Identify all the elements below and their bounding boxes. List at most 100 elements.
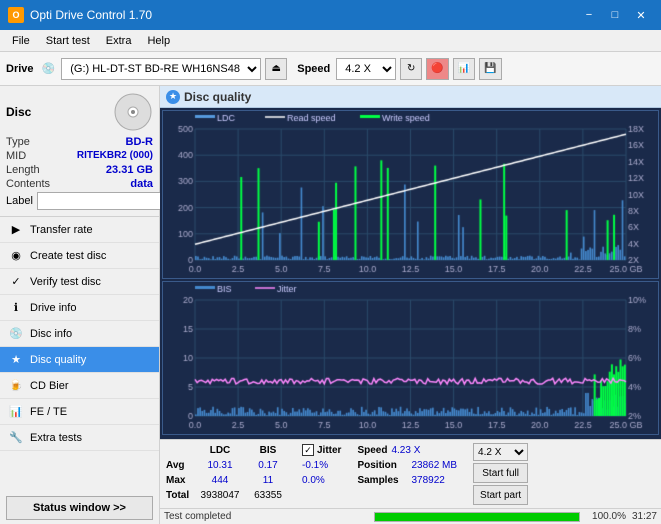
title-bar: O Opti Drive Control 1.70 − □ ✕: [0, 0, 661, 30]
charts-container: [160, 108, 661, 439]
save-button[interactable]: 💾: [479, 58, 501, 80]
title-bar-controls: − □ ✕: [577, 6, 653, 24]
panel-header-icon: ★: [166, 90, 180, 104]
disc-label-row: Label ✎: [6, 192, 153, 210]
speed-header-label: Speed: [357, 445, 387, 456]
disc-label-key: Label: [6, 195, 33, 207]
analyze-button[interactable]: 📊: [453, 58, 475, 80]
nav-extra-tests[interactable]: 🔧 Extra tests: [0, 425, 159, 451]
disc-type-value: BD-R: [126, 136, 154, 148]
action-section: 4.2 X Start full Start part: [473, 443, 528, 505]
nav-create-test-disc[interactable]: ◉ Create test disc: [0, 243, 159, 269]
stats-ldc-header: LDC: [194, 445, 246, 456]
progress-bar-inner: [375, 513, 579, 521]
menu-help[interactable]: Help: [139, 33, 178, 49]
stats-max-ldc: 444: [194, 475, 246, 486]
stats-avg-label: Avg: [166, 460, 194, 471]
nav-cd-bier-icon: 🍺: [8, 378, 24, 394]
content-area: ★ Disc quality LDC BIS Avg: [160, 86, 661, 524]
position-label: Position: [357, 460, 407, 471]
start-full-button[interactable]: Start full: [473, 463, 528, 483]
nav-cd-bier-label: CD Bier: [30, 380, 69, 392]
samples-val: 378922: [411, 475, 444, 486]
nav-fe-te-label: FE / TE: [30, 406, 67, 418]
disc-length-value: 23.31 GB: [106, 164, 153, 176]
nav-create-label: Create test disc: [30, 250, 106, 262]
jitter-avg: -0.1%: [302, 458, 341, 472]
nav-disc-info[interactable]: 💿 Disc info: [0, 321, 159, 347]
stats-bis-header: BIS: [246, 445, 290, 456]
nav-list: ▶ Transfer rate ◉ Create test disc ✓ Ver…: [0, 217, 159, 451]
drive-select[interactable]: (G:) HL-DT-ST BD-RE WH16NS48 1.D3: [61, 58, 261, 80]
stats-total-ldc: 3938047: [194, 490, 246, 501]
nav-disc-quality-icon: ★: [8, 352, 24, 368]
minimize-button[interactable]: −: [577, 6, 601, 24]
speed-select[interactable]: 4.2 X: [336, 58, 396, 80]
panel-header: ★ Disc quality: [160, 86, 661, 108]
stats-total-row: Total 3938047 63355: [166, 488, 290, 502]
speed-action-select[interactable]: 4.2 X: [473, 443, 528, 461]
maximize-button[interactable]: □: [603, 6, 627, 24]
nav-disc-quality[interactable]: ★ Disc quality: [0, 347, 159, 373]
nav-cd-bier[interactable]: 🍺 CD Bier: [0, 373, 159, 399]
disc-contents-value: data: [130, 178, 153, 190]
jitter-checkbox[interactable]: ✓: [302, 444, 314, 456]
jitter-max-val: 0.0%: [302, 475, 325, 486]
disc-svg-icon: [113, 92, 153, 132]
disc-section-label: Disc: [6, 105, 31, 119]
menu-bar: File Start test Extra Help: [0, 30, 661, 52]
stats-footer: LDC BIS Avg 10.31 0.17 Max 444 11 Total …: [160, 439, 661, 508]
toolbar: Drive 💿 (G:) HL-DT-ST BD-RE WH16NS48 1.D…: [0, 52, 661, 86]
progress-status: Test completed: [164, 511, 368, 522]
refresh-button[interactable]: ↻: [400, 58, 422, 80]
chart1-wrapper: [162, 110, 659, 279]
stats-header: LDC BIS: [166, 443, 290, 457]
menu-extra[interactable]: Extra: [98, 33, 140, 49]
drive-label: Drive: [6, 63, 34, 75]
nav-verify-icon: ✓: [8, 274, 24, 290]
close-button[interactable]: ✕: [629, 6, 653, 24]
disc-mid-label: MID: [6, 150, 26, 162]
stats-max-row: Max 444 11: [166, 473, 290, 487]
menu-file[interactable]: File: [4, 33, 38, 49]
speed-header: Speed 4.23 X: [357, 443, 457, 457]
stats-max-label: Max: [166, 475, 194, 486]
nav-transfer-rate[interactable]: ▶ Transfer rate: [0, 217, 159, 243]
main-content: Disc Type BD-R MID RITEKBR2 (000) Length…: [0, 86, 661, 524]
jitter-avg-val: -0.1%: [302, 460, 328, 471]
disc-mid-row: MID RITEKBR2 (000): [6, 150, 153, 162]
burn-button[interactable]: 🔴: [426, 58, 448, 80]
nav-fe-te[interactable]: 📊 FE / TE: [0, 399, 159, 425]
status-window-button[interactable]: Status window >>: [6, 496, 153, 520]
panel-title: Disc quality: [184, 90, 251, 104]
nav-extra-tests-icon: 🔧: [8, 430, 24, 446]
stats-avg-ldc: 10.31: [194, 460, 246, 471]
disc-contents-row: Contents data: [6, 178, 153, 190]
nav-drive-info-label: Drive info: [30, 302, 76, 314]
stats-max-bis: 11: [246, 475, 290, 486]
speed-label: Speed: [297, 63, 330, 75]
title-bar-left: O Opti Drive Control 1.70: [8, 7, 152, 23]
samples-row: Samples 378922: [357, 473, 457, 487]
nav-drive-info[interactable]: ℹ Drive info: [0, 295, 159, 321]
jitter-section: ✓ Jitter -0.1% 0.0%: [302, 443, 341, 487]
nav-fe-te-icon: 📊: [8, 404, 24, 420]
eject-button[interactable]: ⏏: [265, 58, 287, 80]
disc-mid-value: RITEKBR2 (000): [77, 150, 153, 162]
disc-label-input[interactable]: [37, 192, 175, 210]
stats-total-bis: 63355: [246, 490, 290, 501]
chart2-canvas: [163, 282, 658, 434]
disc-contents-label: Contents: [6, 178, 50, 190]
start-part-button[interactable]: Start part: [473, 485, 528, 505]
nav-create-icon: ◉: [8, 248, 24, 264]
stats-total-label: Total: [166, 490, 194, 501]
sidebar: Disc Type BD-R MID RITEKBR2 (000) Length…: [0, 86, 160, 524]
nav-verify-test-disc[interactable]: ✓ Verify test disc: [0, 269, 159, 295]
position-row: Position 23862 MB: [357, 458, 457, 472]
nav-disc-quality-label: Disc quality: [30, 354, 86, 366]
chart2-wrapper: [162, 281, 659, 435]
menu-start-test[interactable]: Start test: [38, 33, 98, 49]
title-bar-title: Opti Drive Control 1.70: [30, 8, 152, 22]
progress-time: 31:27: [632, 511, 657, 522]
nav-extra-tests-label: Extra tests: [30, 432, 82, 444]
